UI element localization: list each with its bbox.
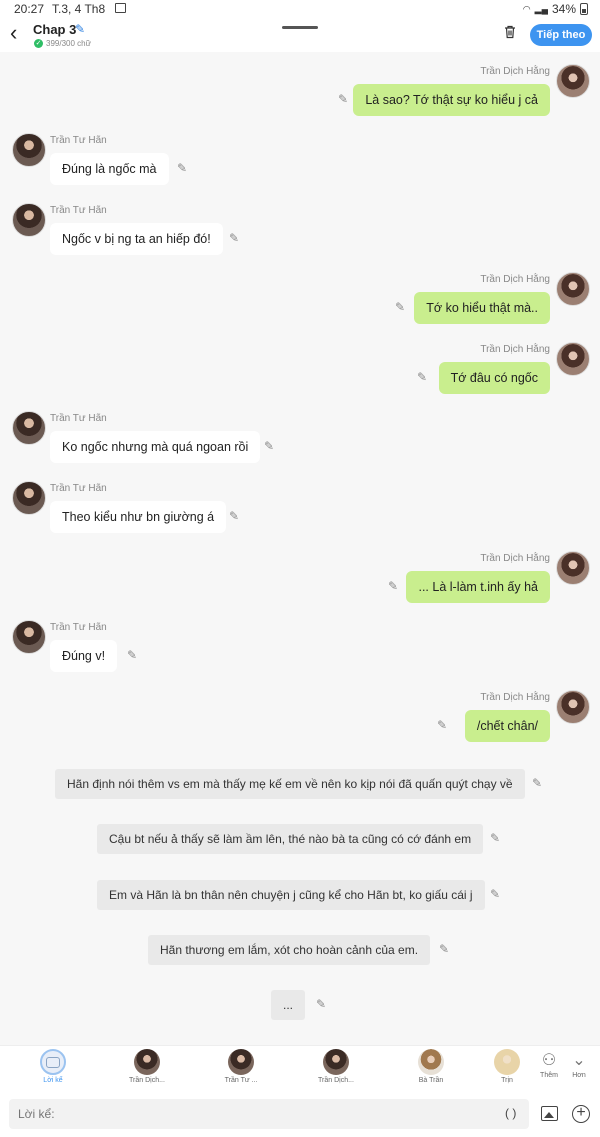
- message-bubble[interactable]: Ko ngốc nhưng mà quá ngoan rồi: [50, 431, 261, 463]
- character-label: Bà Trần: [418, 1077, 444, 1084]
- sender-name: Trần Dịch Hằng: [480, 553, 550, 564]
- avatar[interactable]: [556, 342, 590, 376]
- character-label: Trần Dịch...: [129, 1077, 165, 1084]
- character-item[interactable]: Trần Tư ...: [211, 1049, 271, 1084]
- narration-bubble[interactable]: Hãn thương em lắm, xót cho hoàn cảnh của…: [148, 935, 431, 965]
- wifi-icon: ◠: [522, 3, 531, 14]
- edit-icon[interactable]: ✎: [532, 776, 542, 790]
- avatar[interactable]: [12, 203, 46, 237]
- sender-name: Trần Tư Hãn: [50, 483, 107, 494]
- narration-bubble[interactable]: Hãn định nói thêm vs em mà thấy mẹ kế em…: [55, 769, 525, 799]
- narration-bubble[interactable]: Cậu bt nếu ả thấy sẽ làm ầm lên, thé nào…: [97, 824, 484, 854]
- input-bar: ( ) +: [0, 1093, 600, 1137]
- message-bubble[interactable]: ... Là l-làm t.inh ấy hả: [406, 571, 550, 603]
- edit-icon[interactable]: ✎: [437, 718, 447, 732]
- edit-icon[interactable]: ✎: [127, 648, 137, 662]
- avatar: [494, 1049, 520, 1075]
- word-count-label: 399/300 chữ: [46, 39, 91, 48]
- status-bar: 20:27 T.3, 4 Th8 ◠ ▂▄ 34%: [0, 0, 600, 18]
- trash-icon[interactable]: [503, 25, 517, 39]
- check-icon: ✓: [34, 39, 43, 48]
- avatar[interactable]: [12, 133, 46, 167]
- character-label: Trần Tư ...: [224, 1077, 258, 1084]
- gallery-notification-icon: [115, 3, 126, 13]
- sender-name: Trần Dịch Hằng: [480, 692, 550, 703]
- more-label: Hơn: [572, 1072, 586, 1079]
- image-icon[interactable]: [541, 1106, 558, 1121]
- message-bubble[interactable]: Là sao? Tớ thật sự ko hiểu j cả: [353, 84, 550, 116]
- edit-title-icon[interactable]: ✎: [75, 22, 85, 36]
- message-bubble[interactable]: Ngốc v bị ng ta an hiếp đó!: [50, 223, 223, 255]
- character-label: Trịn: [501, 1077, 513, 1084]
- edit-icon[interactable]: ✎: [417, 370, 427, 384]
- back-icon[interactable]: ‹: [10, 22, 17, 44]
- word-count: ✓ 399/300 chữ: [34, 39, 91, 48]
- message-bubble[interactable]: Tớ ko hiểu thật mà..: [414, 292, 550, 324]
- edit-icon[interactable]: ✎: [490, 831, 500, 845]
- battery-icon: [580, 3, 588, 15]
- message-bubble[interactable]: Tớ đâu có ngốc: [438, 362, 550, 394]
- edit-icon[interactable]: ✎: [388, 579, 398, 593]
- avatar[interactable]: [12, 481, 46, 515]
- battery-percent: 34%: [551, 2, 576, 16]
- character-label: Lời kể: [43, 1077, 63, 1084]
- character-item[interactable]: Trần Dịch...: [117, 1049, 177, 1084]
- character-bar: Lời kể Trần Dịch... Trần Tư ... Trần Dịc…: [0, 1045, 600, 1093]
- edit-icon[interactable]: ✎: [316, 997, 326, 1011]
- avatar: [228, 1049, 254, 1075]
- sender-name: Trần Dịch Hằng: [480, 66, 550, 77]
- add-character-button[interactable]: ⚇ Thêm: [534, 1050, 564, 1079]
- narration-bubble[interactable]: ...: [271, 990, 306, 1020]
- drag-handle[interactable]: [282, 26, 318, 29]
- header: ‹ Chap 3 ✎ ✓ 399/300 chữ Tiếp theo: [0, 18, 600, 52]
- sender-name: Trần Dịch Hằng: [480, 274, 550, 285]
- edit-icon[interactable]: ✎: [229, 509, 239, 523]
- avatar[interactable]: [556, 64, 590, 98]
- edit-icon[interactable]: ✎: [264, 439, 274, 453]
- status-date: T.3, 4 Th8: [52, 2, 106, 16]
- signal-icon: ▂▄: [534, 3, 548, 14]
- more-button[interactable]: ⌄ Hơn: [564, 1050, 594, 1079]
- character-item[interactable]: Trần Dịch...: [306, 1049, 366, 1084]
- narration-bubble[interactable]: Em và Hãn là bn thân nên chuyện j cũng k…: [97, 880, 485, 910]
- sender-name: Trần Tư Hãn: [50, 413, 107, 424]
- message-bubble[interactable]: Đúng v!: [50, 640, 118, 672]
- edit-icon[interactable]: ✎: [490, 887, 500, 901]
- character-item[interactable]: Trịn: [487, 1049, 527, 1084]
- avatar[interactable]: [12, 411, 46, 445]
- add-label: Thêm: [540, 1072, 558, 1079]
- sender-name: Trần Tư Hãn: [50, 205, 107, 216]
- chat-area[interactable]: Trần Dịch Hằng Là sao? Tớ thật sự ko hiể…: [0, 52, 600, 1045]
- sender-name: Trần Tư Hãn: [50, 622, 107, 633]
- parenthesis-button[interactable]: ( ): [505, 1106, 516, 1120]
- character-item[interactable]: Bà Trần: [401, 1049, 461, 1084]
- message-bubble[interactable]: Đúng là ngốc mà: [50, 153, 169, 185]
- edit-icon[interactable]: ✎: [395, 300, 405, 314]
- next-button[interactable]: Tiếp theo: [530, 24, 592, 46]
- edit-icon[interactable]: ✎: [439, 942, 449, 956]
- message-bubble[interactable]: Theo kiểu như bn giường á: [50, 501, 227, 533]
- avatar: [418, 1049, 444, 1075]
- avatar[interactable]: [556, 272, 590, 306]
- avatar: [134, 1049, 160, 1075]
- chapter-title: Chap 3: [33, 22, 77, 37]
- character-label: Trần Dịch...: [318, 1077, 354, 1084]
- avatar[interactable]: [556, 690, 590, 724]
- chat-bubble-icon: [40, 1049, 66, 1075]
- chevron-down-icon: ⌄: [572, 1052, 586, 1069]
- avatar[interactable]: [556, 551, 590, 585]
- avatar[interactable]: [12, 620, 46, 654]
- edit-icon[interactable]: ✎: [177, 161, 187, 175]
- message-bubble[interactable]: /chết chân/: [464, 710, 550, 742]
- message-input[interactable]: [9, 1099, 529, 1129]
- edit-icon[interactable]: ✎: [229, 231, 239, 245]
- sender-name: Trần Tư Hãn: [50, 135, 107, 146]
- person-add-icon: ⚇: [541, 1052, 557, 1069]
- sender-name: Trần Dịch Hằng: [480, 344, 550, 355]
- character-narrator[interactable]: Lời kể: [23, 1048, 83, 1092]
- edit-icon[interactable]: ✎: [338, 92, 348, 106]
- avatar: [323, 1049, 349, 1075]
- plus-icon[interactable]: +: [572, 1105, 590, 1123]
- status-time: 20:27: [14, 2, 45, 16]
